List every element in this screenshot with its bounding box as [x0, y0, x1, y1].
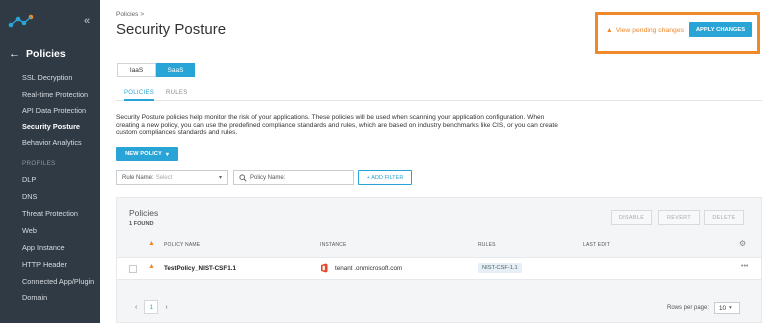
pagination: ‹ 1 ›	[135, 300, 168, 314]
warning-icon: ▲	[148, 263, 155, 270]
tab-rules[interactable]: RULES	[166, 90, 188, 96]
sidebar-item-dns[interactable]: DNS	[0, 192, 100, 201]
rows-per-page: Rows per page: 10 ▾	[667, 302, 741, 314]
warning-icon: ▲	[606, 27, 613, 34]
chevron-down-icon: ▾	[729, 305, 732, 311]
sidebar-item-real-time-protection[interactable]: Real-time Protection	[0, 90, 100, 99]
rule-tag-label: NIST-CSF-1.1	[478, 263, 522, 273]
back-to-policies[interactable]: ← Policies	[9, 48, 66, 60]
rule-name-filter[interactable]: Rule Name: Select ▾	[116, 170, 228, 185]
sidebar-item-security-posture[interactable]: Security Posture	[0, 122, 100, 131]
policy-name-filter[interactable]: Policy Name:	[233, 170, 354, 185]
view-pending-changes-link[interactable]: ▲ View pending changes	[606, 27, 684, 34]
tab-bar: POLICIES RULES	[116, 87, 762, 101]
sidebar-item-connected-app-plugin[interactable]: Connected App/Plugin	[0, 277, 100, 286]
breadcrumb[interactable]: Policies >	[116, 11, 144, 18]
netskope-logo-icon[interactable]	[8, 14, 34, 33]
policy-name-label: Policy Name:	[250, 174, 286, 181]
rows-per-page-select[interactable]: 10 ▾	[714, 302, 741, 314]
column-last-edit[interactable]: LAST EDIT	[583, 242, 610, 248]
column-rules[interactable]: RULES	[478, 242, 496, 248]
instance-name: tenant .onmicrosoft.com	[335, 265, 403, 272]
policy-name-link[interactable]: TestPolicy_NIST-CSF1.1	[164, 265, 236, 272]
delete-button[interactable]: DELETE	[704, 210, 744, 225]
toggle-saas[interactable]: SaaS	[156, 63, 195, 77]
sidebar-title: Policies	[26, 48, 66, 60]
rule-tag[interactable]: NIST-CSF-1.1	[478, 263, 522, 273]
sidebar: « ← Policies SSL Decryption Real-time Pr…	[0, 0, 100, 323]
column-instance[interactable]: INSTANCE	[320, 242, 347, 248]
tab-policies[interactable]: POLICIES	[124, 90, 155, 101]
iaas-saas-toggle: IaaS SaaS	[117, 63, 195, 77]
policies-panel: Policies 1 FOUND DISABLE REVERT DELETE ▲…	[116, 197, 762, 323]
row-checkbox[interactable]	[129, 265, 137, 273]
chevron-down-icon: ▾	[218, 175, 222, 181]
more-actions-icon[interactable]: •••	[741, 263, 748, 270]
result-count: 1 FOUND	[129, 221, 154, 227]
disable-button[interactable]: DISABLE	[611, 210, 652, 225]
page-number[interactable]: 1	[144, 300, 159, 314]
sidebar-item-dlp[interactable]: DLP	[0, 175, 100, 184]
sidebar-item-app-instance[interactable]: App Instance	[0, 243, 100, 252]
pending-changes-label: View pending changes	[615, 27, 685, 34]
rows-per-page-value: 10	[719, 304, 727, 312]
next-page-icon[interactable]: ›	[165, 304, 167, 311]
new-policy-button[interactable]: NEW POLICY ▾	[116, 147, 178, 161]
gear-icon[interactable]: ⚙	[739, 239, 746, 248]
chevron-down-icon: ▾	[165, 151, 169, 158]
sidebar-item-behavior-analytics[interactable]: Behavior Analytics	[0, 138, 100, 147]
table-row[interactable]: ▲ TestPolicy_NIST-CSF1.1 tenant .onmicro…	[117, 257, 761, 280]
sidebar-item-ssl-decryption[interactable]: SSL Decryption	[0, 73, 100, 82]
sidebar-item-api-data-protection[interactable]: API Data Protection	[0, 106, 100, 115]
column-policy-name[interactable]: POLICY NAME	[164, 242, 200, 248]
toggle-iaas[interactable]: IaaS	[117, 63, 156, 77]
sidebar-item-http-header[interactable]: HTTP Header	[0, 260, 100, 269]
panel-title: Policies	[129, 208, 159, 218]
search-icon	[239, 173, 247, 182]
rule-name-placeholder: Select	[155, 174, 173, 181]
sidebar-item-threat-protection[interactable]: Threat Protection	[0, 209, 100, 218]
rule-name-label: Rule Name:	[122, 174, 154, 181]
rows-per-page-label: Rows per page:	[667, 305, 710, 311]
apply-changes-button[interactable]: APPLY CHANGES	[689, 22, 752, 37]
back-arrow-icon: ←	[9, 48, 20, 60]
page-title: Security Posture	[116, 21, 227, 38]
page-description: Security Posture policies help monitor t…	[116, 114, 558, 137]
prev-page-icon[interactable]: ‹	[135, 304, 137, 311]
office-icon	[320, 263, 328, 275]
revert-button[interactable]: REVERT	[658, 210, 700, 225]
new-policy-label: NEW POLICY	[125, 151, 162, 157]
sidebar-item-web[interactable]: Web	[0, 226, 100, 235]
sidebar-item-domain[interactable]: Domain	[0, 293, 100, 302]
sidebar-nav: SSL Decryption Real-time Protection API …	[0, 70, 100, 302]
warning-icon: ▲	[148, 240, 156, 247]
add-filter-button[interactable]: + ADD FILTER	[358, 170, 412, 185]
collapse-sidebar-icon[interactable]: «	[84, 15, 90, 27]
sidebar-section-profiles: PROFILES	[22, 160, 56, 167]
